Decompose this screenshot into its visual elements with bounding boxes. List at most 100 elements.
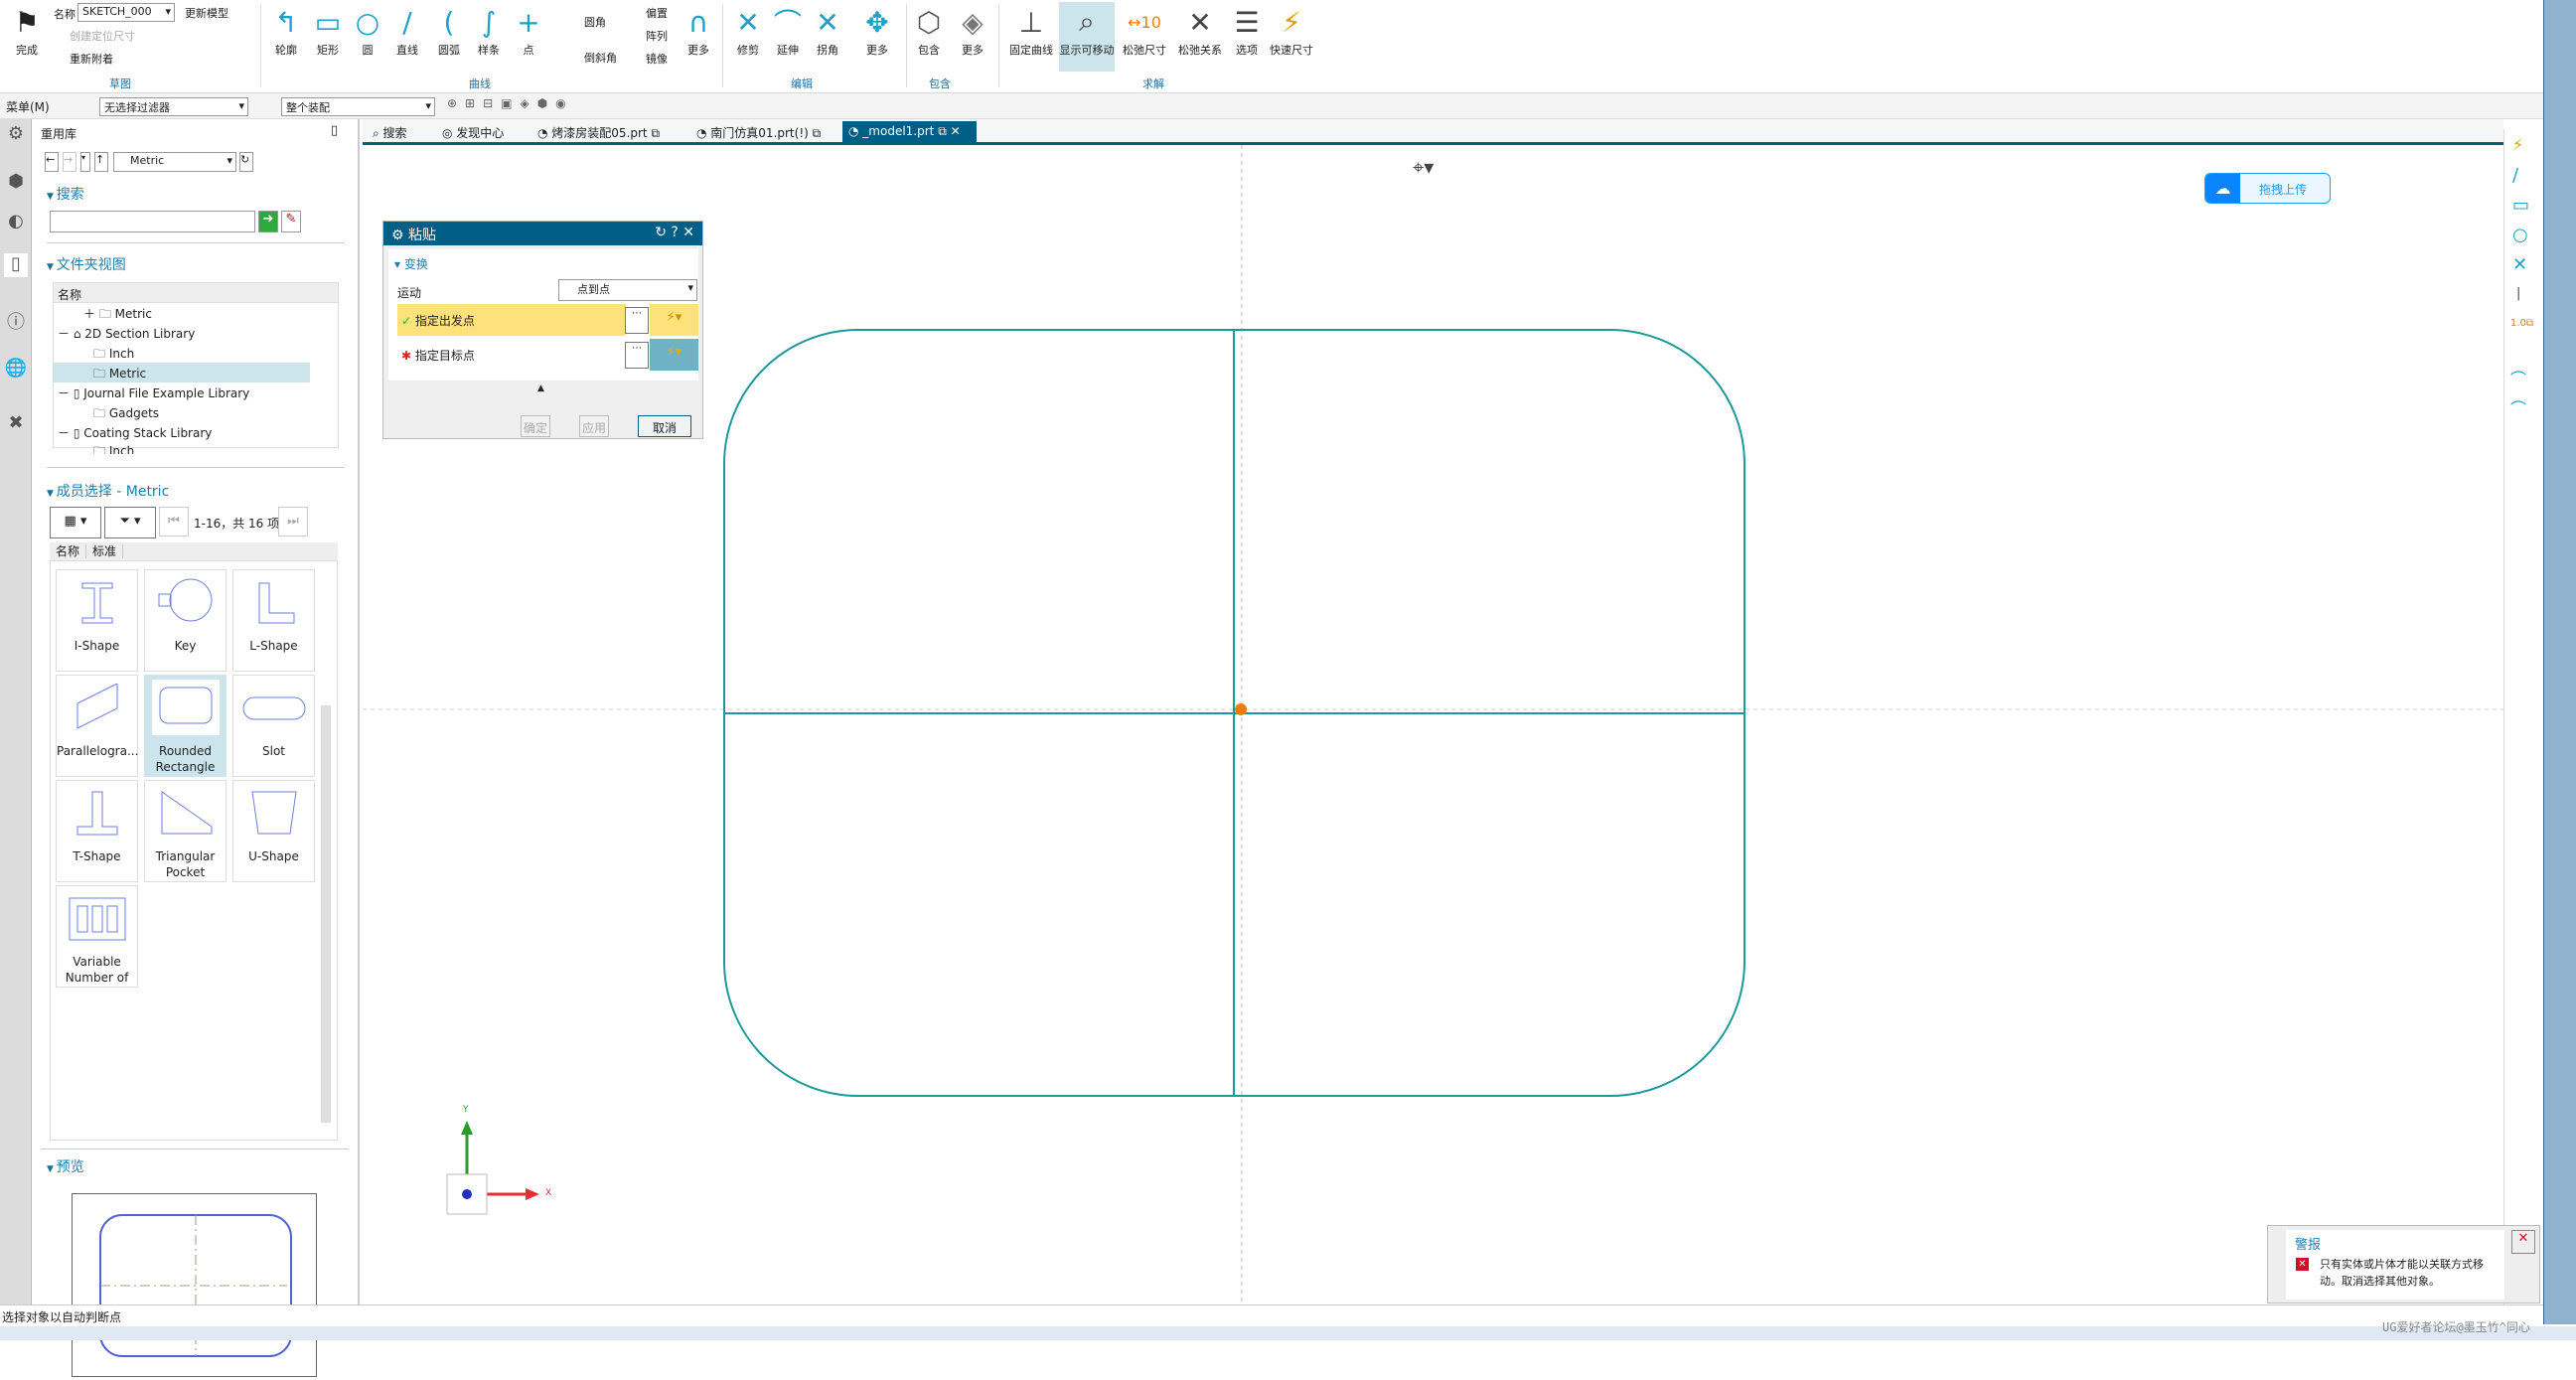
tree-item-selected[interactable]: 🗀 Metric <box>54 363 310 383</box>
preview-section[interactable]: 预览 <box>47 1156 84 1176</box>
cancel-button[interactable]: 取消 <box>638 415 691 437</box>
back-button[interactable]: ← <box>45 152 59 172</box>
member-i-shape[interactable]: I-Shape <box>56 569 138 672</box>
arc-icon[interactable]: ⌒ <box>2510 395 2526 419</box>
tab-south-gate[interactable]: ◔ 南门仿真01.prt(!) ⧉ <box>690 121 827 143</box>
line-icon[interactable]: / <box>2512 165 2518 186</box>
rapid-dim-button[interactable]: ⚡ 快速尺寸 <box>1264 2 1319 58</box>
point-dialog-button-2[interactable]: ⋯ <box>625 342 649 369</box>
fillet-button[interactable]: 圆角 <box>584 14 606 30</box>
include-button[interactable]: ⬡ 包含 <box>906 2 952 58</box>
relax-relation-button[interactable]: ✕ 松弛关系 <box>1172 2 1228 58</box>
view-mode-button[interactable]: ▦ ▾ <box>50 507 101 538</box>
assembly-navigator-icon[interactable]: ⬢ <box>4 171 28 195</box>
reuse-library-icon[interactable]: ▯ <box>4 253 28 277</box>
member-scrollbar[interactable] <box>321 705 331 1123</box>
info-icon[interactable]: ⓘ <box>4 308 28 333</box>
from-point-row[interactable]: ✓ 指定出发点 <box>397 304 626 336</box>
more-edit-button[interactable]: ✥ 更多 <box>854 2 900 58</box>
history-dropdown[interactable]: ▾ <box>80 152 90 172</box>
col-name[interactable]: 名称 <box>50 544 87 558</box>
circle-icon[interactable]: ○ <box>2512 225 2528 245</box>
settings-icon[interactable]: ⚙ <box>4 123 28 147</box>
col-standard[interactable]: 标准 <box>86 544 124 558</box>
alert-close-button[interactable]: ✕ <box>2511 1230 2535 1254</box>
search-go-button[interactable]: ➜ <box>258 211 278 232</box>
part-navigator-icon[interactable]: ◐ <box>4 211 28 234</box>
more-include-button[interactable]: ◈ 更多 <box>950 2 995 58</box>
up-button[interactable]: ↑ <box>94 152 108 172</box>
member-select-section[interactable]: 成员选择 - Metric <box>47 481 169 501</box>
member-slot[interactable]: Slot <box>232 675 315 777</box>
to-point-row[interactable]: ✱ 指定目标点 <box>397 339 626 371</box>
create-dim-button[interactable]: 创建定位尺寸 <box>70 28 135 44</box>
tree-item[interactable]: － ⌂ 2D Section Library <box>54 323 338 343</box>
tree-item[interactable]: 🗀 Inch <box>54 442 338 454</box>
motion-select[interactable]: 点到点 <box>558 279 697 301</box>
filter-button[interactable]: ⏷ ▾ <box>104 507 156 538</box>
chamfer-button[interactable]: 倒斜角 <box>584 50 617 66</box>
line-button[interactable]: / 直线 <box>384 2 430 58</box>
path-select[interactable]: Metric <box>113 152 236 172</box>
apply-button[interactable]: 应用 <box>579 415 609 437</box>
refresh-button[interactable]: ↻ <box>239 152 253 172</box>
transform-section[interactable]: ▾ 变换 <box>394 255 428 272</box>
collapse-icon[interactable]: ▲ <box>537 383 544 393</box>
clear-search-button[interactable]: ✎ <box>281 211 301 232</box>
assembly-scope-select[interactable]: 整个装配 <box>281 97 435 116</box>
member-key[interactable]: Key <box>144 569 227 672</box>
tree-item[interactable]: － ▯ Coating Stack Library <box>54 422 338 442</box>
relax-dim-button[interactable]: ↔10 松弛尺寸 <box>1117 2 1172 58</box>
last-page-button[interactable]: ⏭ <box>278 507 308 537</box>
tab-model1[interactable]: ◔ _model1.prt ⧉ ✕ <box>842 121 977 143</box>
member-l-shape[interactable]: L-Shape <box>232 569 315 672</box>
more-curve-button[interactable]: ∩ 更多 <box>676 2 721 58</box>
first-page-button[interactable]: ⏮ <box>159 507 189 537</box>
help-icon[interactable]: ? <box>671 225 678 240</box>
fix-curve-button[interactable]: ⊥ 固定曲线 <box>1003 2 1059 58</box>
selection-filter-select[interactable]: 无选择过滤器 <box>99 97 248 116</box>
rectangle-icon[interactable]: ▭ <box>2512 195 2529 216</box>
show-movable-button[interactable]: ⌕ 显示可移动 <box>1059 2 1115 72</box>
point-dialog-button[interactable]: ⋯ <box>625 307 649 334</box>
member-rounded-rectangle[interactable]: Rounded Rectangle <box>144 675 227 777</box>
trim-icon[interactable]: ✕ <box>2512 254 2527 275</box>
tree-item[interactable]: ＋ 🗀 Metric <box>54 303 338 323</box>
tree-item[interactable]: 🗀 Inch <box>54 343 338 363</box>
offset-button[interactable]: 偏置 <box>646 5 668 21</box>
maximize-icon[interactable]: ▯ <box>331 123 338 138</box>
inferred-point-button[interactable]: ⚡▾ <box>650 304 698 336</box>
inferred-point-button-2[interactable]: ⚡▾ <box>650 339 698 371</box>
profile-button[interactable]: ↰ 轮廓 <box>263 2 309 58</box>
reattach-button[interactable]: 重新附着 <box>70 51 113 67</box>
tab-search[interactable]: ⌕ 搜索 <box>367 121 413 143</box>
close-tab-icon[interactable]: ✕ <box>951 124 961 138</box>
tab-discovery[interactable]: ◎ 发现中心 <box>436 121 510 143</box>
folder-view-section[interactable]: 文件夹视图 <box>47 254 126 274</box>
web-icon[interactable]: 🌐 <box>4 358 28 382</box>
search-section[interactable]: 搜索 <box>47 184 84 204</box>
pattern-icon[interactable]: ⌒ <box>2510 366 2526 389</box>
close-icon[interactable]: ✕ <box>682 225 694 240</box>
member-variable-number[interactable]: Variable Number of <box>56 885 138 988</box>
forward-button[interactable]: → <box>63 152 76 172</box>
update-model-button[interactable]: 更新模型 <box>185 5 228 21</box>
tree-item[interactable]: － ▯ Journal File Example Library <box>54 383 338 402</box>
member-parallelogram[interactable]: Parallelogra... <box>56 675 138 777</box>
sketch-name-select[interactable]: SKETCH_000 <box>77 3 175 22</box>
corner-button[interactable]: ✕ 拐角 <box>805 2 850 58</box>
tree-item[interactable]: 🗀 Gadgets <box>54 402 338 422</box>
member-t-shape[interactable]: T-Shape <box>56 780 138 882</box>
member-u-shape[interactable]: U-Shape <box>232 780 315 882</box>
pattern-button[interactable]: 阵列 <box>646 28 668 44</box>
tab-paint-booth[interactable]: ◔ 烤漆房装配05.prt ⧉ <box>531 121 666 143</box>
member-triangular-pocket[interactable]: Triangular Pocket <box>144 780 227 882</box>
drag-upload-button[interactable]: ☁ 拖拽上传 <box>2204 173 2331 204</box>
rapid-dimension-icon[interactable]: ⚡ <box>2512 135 2523 154</box>
snap-tools-icon[interactable]: ⊕⊞⊟▣◈⬢◉ <box>447 96 574 110</box>
ok-button[interactable]: 确定 <box>521 415 550 437</box>
snap-point-icon[interactable]: ⌖▾ <box>1413 155 1434 179</box>
mirror-button[interactable]: 镜像 <box>646 51 668 67</box>
point-button[interactable]: + 点 <box>506 2 551 58</box>
search-input[interactable] <box>50 211 255 232</box>
